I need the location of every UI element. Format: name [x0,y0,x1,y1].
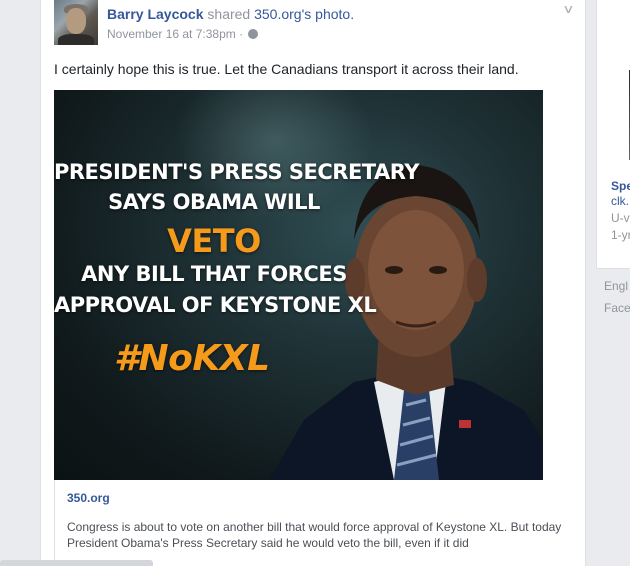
globe-icon[interactable] [248,29,259,39]
shared-action-text: shared [207,6,251,22]
ad-url-link[interactable]: clk. [611,194,629,209]
attachment-source-link[interactable]: 350.org [67,491,110,505]
author-avatar[interactable] [54,0,98,45]
bottom-bar-fragment [0,560,153,566]
avatar-shirt [58,34,94,45]
post-timestamp-link[interactable]: November 16 at 7:38pm [107,27,236,41]
photo-text-line1: PRESIDENT'S PRESS SECRETARY [54,160,419,184]
footer-facebook-text: Face [604,301,630,315]
shared-source-link[interactable]: 350.org's [254,6,311,22]
photo-text-veto: VETO [167,222,261,260]
photo-hashtag: #NoKXL [114,338,270,379]
feed-post-card: Barry Laycock shared 350.org's photo. No… [40,0,586,566]
avatar-face [66,8,86,34]
chevron-down-icon[interactable]: ∨ [562,2,574,16]
photo-text-line4: ANY BILL THAT FORCES [81,262,347,286]
shared-object-link[interactable]: photo. [315,6,354,22]
author-name-link[interactable]: Barry Laycock [107,6,204,22]
shared-link-attachment[interactable]: 350.org Congress is about to vote on ano… [54,480,561,566]
photo-text-line2: SAYS OBAMA WILL [108,190,320,214]
post-meta: November 16 at 7:38pm · [107,27,259,41]
ad-title-link[interactable]: Spe [611,179,630,194]
ad-text-line: 1-yr [611,228,630,242]
post-photo[interactable]: PRESIDENT'S PRESS SECRETARY SAYS OBAMA W… [54,90,543,480]
footer-language-link[interactable]: Engl [604,279,628,293]
right-sidebar-ad: Spe clk. U-v 1-yr [596,0,630,269]
ad-text-line: U-v [611,211,630,225]
meta-separator: · [239,27,244,41]
post-header: Barry Laycock shared 350.org's photo. [107,6,354,22]
attachment-description: Congress is about to vote on another bil… [67,520,562,550]
photo-text-line5: APPROVAL OF KEYSTONE XL [54,293,377,317]
post-message: I certainly hope this is true. Let the C… [54,61,519,77]
